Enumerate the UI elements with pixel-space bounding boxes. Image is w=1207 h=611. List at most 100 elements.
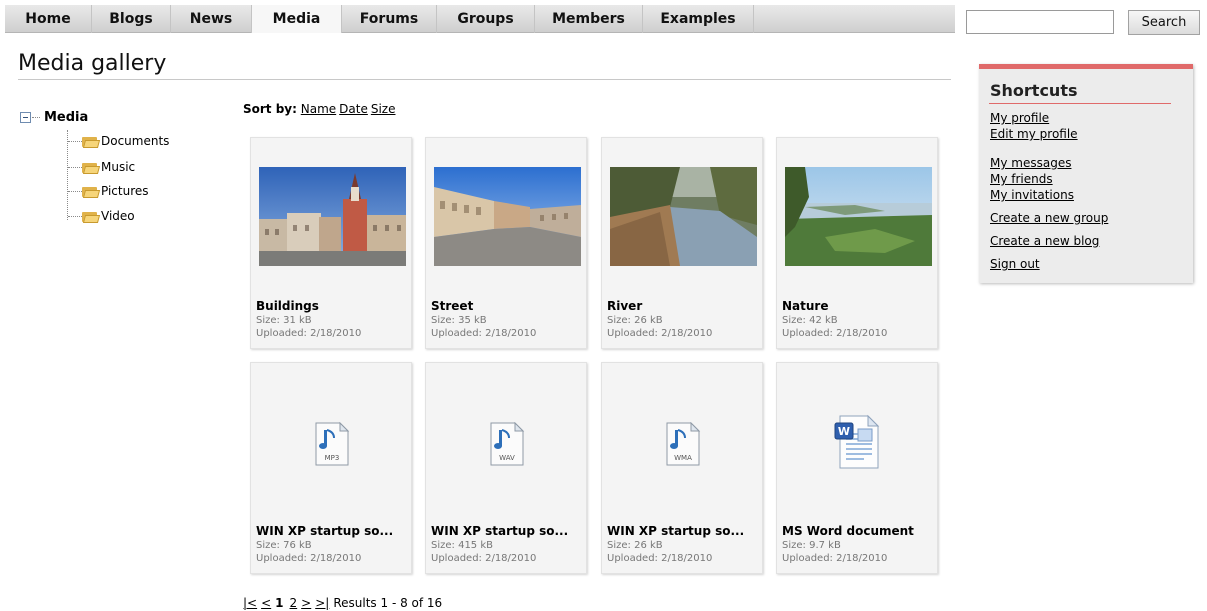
search-input[interactable] (966, 10, 1114, 34)
sort-by-date-link[interactable]: Date (339, 102, 368, 116)
item-name[interactable]: Street (431, 299, 473, 313)
file-extension-label: WMA (674, 454, 692, 462)
collapse-icon[interactable] (20, 112, 31, 123)
gallery-item-wav[interactable]: WAV WIN XP startup so... Size: 415 kB Up… (425, 362, 587, 574)
tree-connector (68, 191, 82, 192)
tree-item-label: Video (101, 209, 135, 223)
tree-item-video[interactable]: Video (68, 209, 135, 223)
file-extension-label: MP3 (325, 454, 340, 462)
last-page-link[interactable]: >| (315, 596, 329, 610)
edit-my-profile-link[interactable]: Edit my profile (990, 127, 1078, 141)
shortcuts-title: Shortcuts (990, 81, 1078, 100)
item-size: Size: 76 kB (256, 540, 312, 551)
sort-label: Sort by: (243, 102, 297, 116)
audio-file-icon[interactable]: MP3 (314, 422, 350, 466)
next-page-link[interactable]: > (301, 596, 311, 610)
gallery-item-river[interactable]: River Size: 26 kB Uploaded: 2/18/2010 (601, 137, 763, 349)
item-upload-date: Uploaded: 2/18/2010 (431, 328, 537, 339)
item-name[interactable]: Nature (782, 299, 828, 313)
page-2-link[interactable]: 2 (290, 596, 298, 610)
image-thumbnail[interactable] (610, 167, 757, 266)
file-extension-label: WAV (499, 454, 515, 462)
item-size: Size: 35 kB (431, 315, 487, 326)
nav-item-home[interactable]: Home (5, 5, 92, 33)
item-size: Size: 42 kB (782, 315, 838, 326)
item-name[interactable]: WIN XP startup so... (256, 524, 393, 538)
folder-icon (82, 186, 101, 198)
current-page: 1 (275, 596, 284, 610)
sign-out-link[interactable]: Sign out (990, 257, 1040, 271)
tree-item-label: Pictures (101, 184, 149, 198)
title-divider (18, 79, 951, 80)
shortcuts-divider (989, 103, 1171, 104)
gallery-item-mp3[interactable]: MP3 WIN XP startup so... Size: 76 kB Upl… (250, 362, 412, 574)
sort-bar: Sort by: Name Date Size (243, 102, 399, 116)
nav-item-news[interactable]: News (171, 5, 252, 33)
my-messages-link[interactable]: My messages (990, 156, 1071, 170)
create-new-blog-link[interactable]: Create a new blog (990, 234, 1099, 248)
tree-item-label: Music (101, 160, 136, 174)
gallery-item-nature[interactable]: Nature Size: 42 kB Uploaded: 2/18/2010 (776, 137, 938, 349)
word-document-icon[interactable]: W (834, 414, 880, 470)
item-name[interactable]: MS Word document (782, 524, 914, 538)
my-profile-link[interactable]: My profile (990, 111, 1049, 125)
nav-item-examples[interactable]: Examples (643, 5, 754, 33)
search-button[interactable]: Search (1128, 10, 1200, 35)
nav-item-members[interactable]: Members (535, 5, 643, 33)
tree-root-label: Media (44, 110, 89, 125)
item-size: Size: 26 kB (607, 315, 663, 326)
item-name[interactable]: WIN XP startup so... (607, 524, 744, 538)
item-upload-date: Uploaded: 2/18/2010 (256, 328, 362, 339)
folder-icon (82, 211, 101, 223)
audio-file-icon[interactable]: WMA (665, 422, 701, 466)
nav-item-groups[interactable]: Groups (437, 5, 535, 33)
nav-strip: Home Blogs News Media Forums Groups Memb… (5, 5, 955, 33)
shortcuts-panel: Shortcuts My profile Edit my profile My … (979, 64, 1193, 283)
gallery-item-buildings[interactable]: Buildings Size: 31 kB Uploaded: 2/18/201… (250, 137, 412, 349)
my-invitations-link[interactable]: My invitations (990, 188, 1074, 202)
image-thumbnail[interactable] (259, 167, 406, 266)
item-upload-date: Uploaded: 2/18/2010 (782, 553, 888, 564)
tree-item-pictures[interactable]: Pictures (68, 184, 149, 198)
sort-by-size-link[interactable]: Size (371, 102, 396, 116)
gallery-item-word-document[interactable]: W MS Word document Size: 9.7 kB Uploaded… (776, 362, 938, 574)
tree-connector (68, 167, 82, 168)
image-thumbnail[interactable] (434, 167, 581, 266)
item-upload-date: Uploaded: 2/18/2010 (607, 553, 713, 564)
tree-connector (68, 216, 82, 217)
item-upload-date: Uploaded: 2/18/2010 (607, 328, 713, 339)
create-new-group-link[interactable]: Create a new group (990, 211, 1108, 225)
tree-item-label: Documents (101, 134, 170, 148)
my-friends-link[interactable]: My friends (990, 172, 1053, 186)
first-page-link[interactable]: |< (243, 596, 257, 610)
tree-connector (32, 117, 40, 118)
item-upload-date: Uploaded: 2/18/2010 (431, 553, 537, 564)
tree-item-music[interactable]: Music (68, 160, 135, 174)
item-upload-date: Uploaded: 2/18/2010 (256, 553, 362, 564)
audio-file-icon[interactable]: WAV (489, 422, 525, 466)
item-name[interactable]: River (607, 299, 642, 313)
nav-item-blogs[interactable]: Blogs (92, 5, 171, 33)
top-navigation-bar: Home Blogs News Media Forums Groups Memb… (0, 0, 1207, 37)
item-name[interactable]: Buildings (256, 299, 319, 313)
page-title: Media gallery (18, 51, 167, 76)
sort-by-name-link[interactable]: Name (301, 102, 336, 116)
folder-icon (82, 136, 101, 148)
nav-item-media[interactable]: Media (252, 5, 342, 33)
folder-icon (82, 162, 101, 174)
item-name[interactable]: WIN XP startup so... (431, 524, 568, 538)
gallery-item-street[interactable]: Street Size: 35 kB Uploaded: 2/18/2010 (425, 137, 587, 349)
tree-item-documents[interactable]: Documents (68, 134, 169, 148)
item-size: Size: 9.7 kB (782, 540, 841, 551)
item-size: Size: 26 kB (607, 540, 663, 551)
svg-text:W: W (838, 425, 850, 438)
tree-root-media[interactable]: Media (20, 110, 88, 125)
gallery-item-wma[interactable]: WMA WIN XP startup so... Size: 26 kB Upl… (601, 362, 763, 574)
image-thumbnail[interactable] (785, 167, 932, 266)
results-count: Results 1 - 8 of 16 (333, 596, 443, 610)
item-upload-date: Uploaded: 2/18/2010 (782, 328, 888, 339)
item-size: Size: 31 kB (256, 315, 312, 326)
nav-item-forums[interactable]: Forums (342, 5, 437, 33)
tree-connector (68, 141, 82, 142)
previous-page-link[interactable]: < (261, 596, 271, 610)
